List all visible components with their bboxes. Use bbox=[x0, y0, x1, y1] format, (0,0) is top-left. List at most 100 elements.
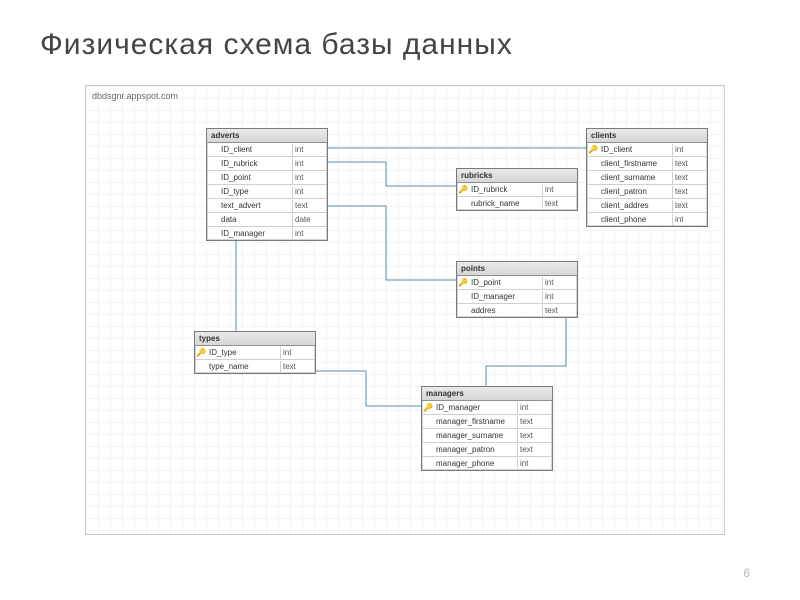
table-header[interactable]: points bbox=[457, 262, 577, 276]
table-row[interactable]: 🔑ID_managerint bbox=[422, 401, 552, 415]
table-row[interactable]: ID_clientint bbox=[207, 143, 327, 157]
diagram-canvas: dbdsgnr.appspot.com advertsID_clientintI… bbox=[85, 85, 725, 535]
key-icon: 🔑 bbox=[587, 144, 599, 156]
column-name: ID_point bbox=[469, 277, 542, 289]
table-row[interactable]: addrestext bbox=[457, 304, 577, 317]
column-type: text bbox=[672, 158, 707, 170]
table-row[interactable]: client_addrestext bbox=[587, 199, 707, 213]
column-name: client_phone bbox=[599, 214, 672, 226]
table-row[interactable]: 🔑ID_typeint bbox=[195, 346, 315, 360]
column-name: client_surname bbox=[599, 172, 672, 184]
column-name: type_name bbox=[207, 361, 280, 373]
table-points[interactable]: points🔑ID_pointintID_managerintaddrestex… bbox=[456, 261, 578, 318]
table-header[interactable]: managers bbox=[422, 387, 552, 401]
column-name: ID_type bbox=[207, 347, 280, 359]
table-managers[interactable]: managers🔑ID_managerintmanager_firstnamet… bbox=[421, 386, 553, 471]
table-clients[interactable]: clients🔑ID_clientintclient_firstnametext… bbox=[586, 128, 708, 227]
column-name: ID_rubrick bbox=[219, 158, 292, 170]
column-name: ID_client bbox=[219, 144, 292, 156]
column-type: int bbox=[542, 184, 577, 196]
relation-line bbox=[326, 162, 456, 186]
table-row[interactable]: 🔑ID_clientint bbox=[587, 143, 707, 157]
table-row[interactable]: client_firstnametext bbox=[587, 157, 707, 171]
column-name: data bbox=[219, 214, 292, 226]
column-name: text_advert bbox=[219, 200, 292, 212]
relation-line bbox=[326, 206, 456, 280]
column-type: int bbox=[517, 458, 552, 470]
column-type: int bbox=[517, 402, 552, 414]
column-type: text bbox=[517, 444, 552, 456]
column-name: ID_point bbox=[219, 172, 292, 184]
column-name: ID_type bbox=[219, 186, 292, 198]
column-type: int bbox=[542, 291, 577, 303]
column-type: text bbox=[542, 198, 577, 210]
watermark-label: dbdsgnr.appspot.com bbox=[90, 90, 180, 102]
column-name: client_firstname bbox=[599, 158, 672, 170]
table-row[interactable]: ID_managerint bbox=[207, 227, 327, 240]
column-name: addres bbox=[469, 305, 542, 317]
column-type: text bbox=[672, 200, 707, 212]
table-row[interactable]: manager_firstnametext bbox=[422, 415, 552, 429]
table-row[interactable]: ID_pointint bbox=[207, 171, 327, 185]
column-type: int bbox=[292, 144, 327, 156]
column-name: ID_manager bbox=[219, 228, 292, 240]
table-header[interactable]: adverts bbox=[207, 129, 327, 143]
column-name: rubrick_name bbox=[469, 198, 542, 210]
page-title: Физическая схема базы данных bbox=[40, 28, 513, 62]
column-type: text bbox=[292, 200, 327, 212]
column-name: manager_patron bbox=[434, 444, 517, 456]
table-row[interactable]: ID_rubrickint bbox=[207, 157, 327, 171]
table-row[interactable]: client_phoneint bbox=[587, 213, 707, 226]
column-type: int bbox=[292, 172, 327, 184]
table-row[interactable]: ID_typeint bbox=[207, 185, 327, 199]
table-row[interactable]: manager_patrontext bbox=[422, 443, 552, 457]
column-type: text bbox=[672, 186, 707, 198]
column-name: ID_manager bbox=[469, 291, 542, 303]
table-row[interactable]: text_adverttext bbox=[207, 199, 327, 213]
column-name: client_addres bbox=[599, 200, 672, 212]
column-name: manager_surname bbox=[434, 430, 517, 442]
column-type: text bbox=[280, 361, 315, 373]
page-number: 6 bbox=[743, 566, 750, 580]
column-type: text bbox=[542, 305, 577, 317]
key-icon: 🔑 bbox=[457, 277, 469, 289]
column-type: int bbox=[542, 277, 577, 289]
table-rubricks[interactable]: rubricks🔑ID_rubrickintrubrick_nametext bbox=[456, 168, 578, 211]
column-type: int bbox=[292, 186, 327, 198]
table-header[interactable]: clients bbox=[587, 129, 707, 143]
column-name: ID_rubrick bbox=[469, 184, 542, 196]
table-header[interactable]: rubricks bbox=[457, 169, 577, 183]
table-row[interactable]: rubrick_nametext bbox=[457, 197, 577, 210]
table-row[interactable]: 🔑ID_rubrickint bbox=[457, 183, 577, 197]
table-row[interactable]: client_surnametext bbox=[587, 171, 707, 185]
column-name: client_patron bbox=[599, 186, 672, 198]
column-type: int bbox=[672, 214, 707, 226]
relation-line bbox=[486, 311, 566, 386]
table-row[interactable]: 🔑ID_pointint bbox=[457, 276, 577, 290]
column-name: manager_firstname bbox=[434, 416, 517, 428]
column-type: text bbox=[517, 430, 552, 442]
table-row[interactable]: manager_phoneint bbox=[422, 457, 552, 470]
table-row[interactable]: datadate bbox=[207, 213, 327, 227]
table-types[interactable]: types🔑ID_typeinttype_nametext bbox=[194, 331, 316, 374]
table-row[interactable]: manager_surnametext bbox=[422, 429, 552, 443]
key-icon: 🔑 bbox=[422, 402, 434, 414]
column-name: ID_manager bbox=[434, 402, 517, 414]
column-type: text bbox=[672, 172, 707, 184]
table-header[interactable]: types bbox=[195, 332, 315, 346]
column-type: int bbox=[280, 347, 315, 359]
column-type: int bbox=[292, 158, 327, 170]
key-icon: 🔑 bbox=[195, 347, 207, 359]
column-type: date bbox=[292, 214, 327, 226]
key-icon: 🔑 bbox=[457, 184, 469, 196]
relation-line bbox=[314, 371, 421, 406]
column-type: int bbox=[672, 144, 707, 156]
table-adverts[interactable]: advertsID_clientintID_rubrickintID_point… bbox=[206, 128, 328, 241]
table-row[interactable]: client_patrontext bbox=[587, 185, 707, 199]
column-type: text bbox=[517, 416, 552, 428]
table-row[interactable]: ID_managerint bbox=[457, 290, 577, 304]
column-name: ID_client bbox=[599, 144, 672, 156]
slide: Физическая схема базы данных dbdsgnr.app… bbox=[0, 0, 800, 600]
table-row[interactable]: type_nametext bbox=[195, 360, 315, 373]
column-name: manager_phone bbox=[434, 458, 517, 470]
